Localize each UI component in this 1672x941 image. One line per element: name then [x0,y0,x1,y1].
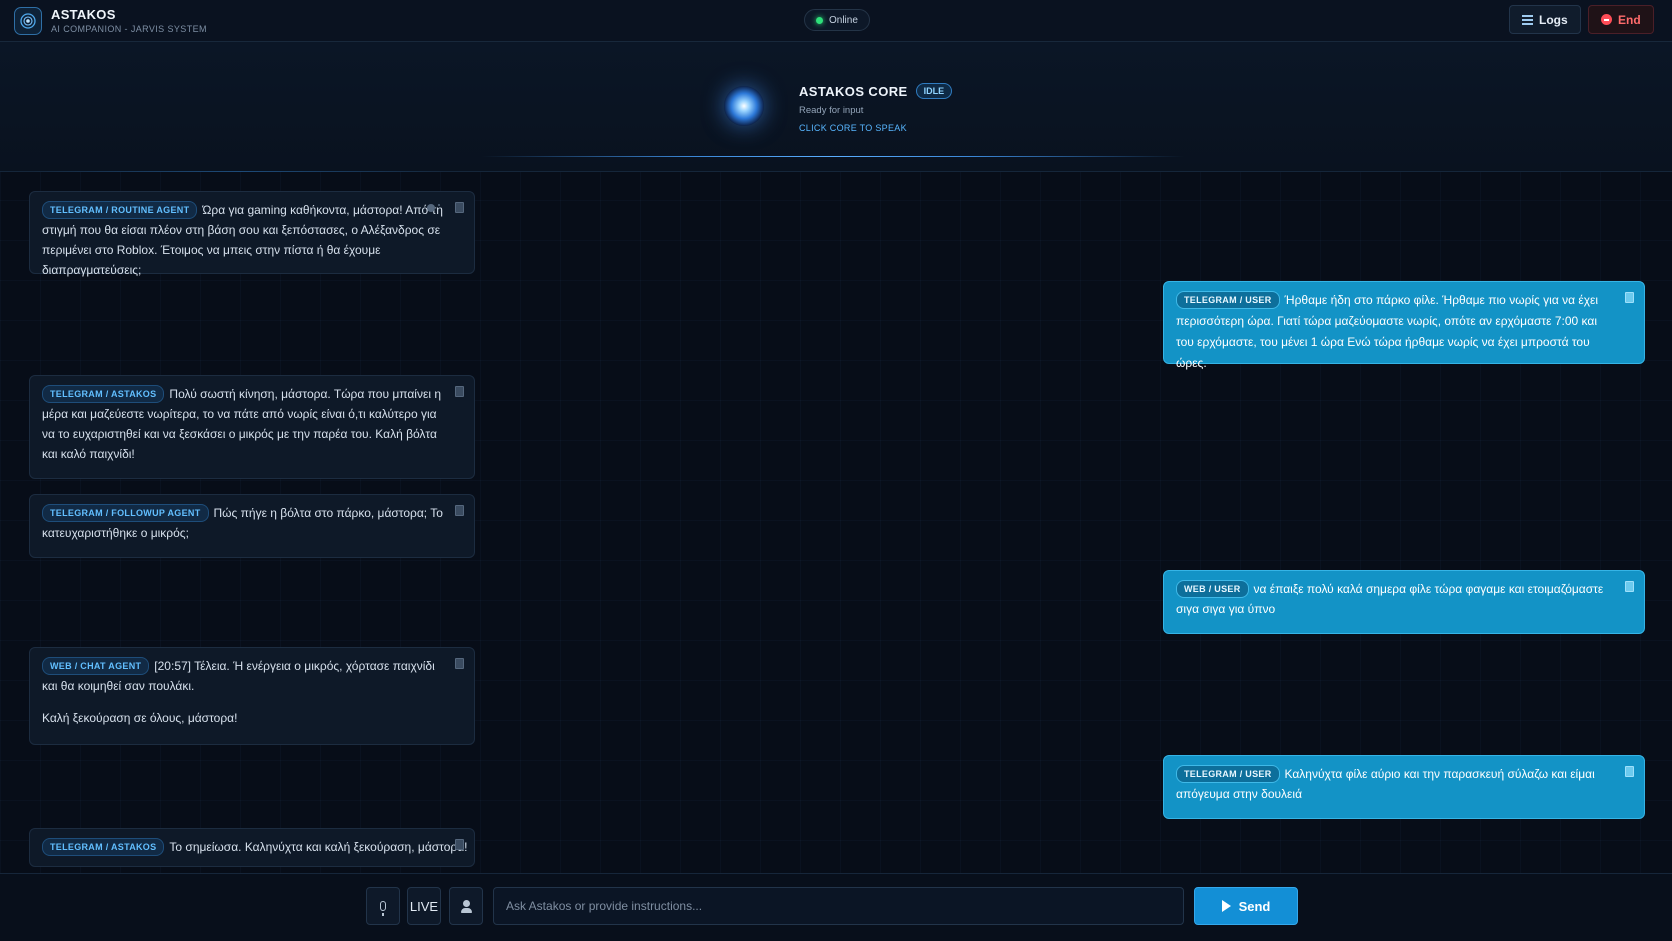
click-core-to-speak-link[interactable]: CLICK CORE TO SPEAK [799,123,952,133]
message-agent: TELEGRAM / ASTAKOS Πολύ σωστή κίνηση, μάσ… [29,375,475,479]
message-user: TELEGRAM / USER Καληνύχτα φίλε αύριο και … [1163,755,1645,819]
brand: ASTAKOS AI COMPANION - JARVIS SYSTEM [14,6,207,35]
copy-icon[interactable] [1625,766,1634,777]
person-icon [460,899,472,913]
live-label: LIVE [409,898,439,914]
logs-button[interactable]: Logs [1509,5,1581,34]
message-user: WEB / USER να έπαιξε πολύ καλά σημερα φίλ… [1163,570,1645,634]
astakos-logo-icon [14,6,42,35]
message-source-tag: TELEGRAM / USER [1176,765,1280,783]
message-source-tag: WEB / CHAT AGENT [42,657,150,675]
core-status-text: Ready for input [799,105,864,116]
online-dot-icon [816,16,823,24]
voice-mode-button[interactable] [449,887,483,925]
copy-icon[interactable] [455,658,464,669]
core-state-badge: IDLE [915,83,953,99]
message-agent: TELEGRAM / FOLLOWUP AGENT Πώς πήγε η βόλτ… [29,494,475,558]
copy-icon[interactable] [1625,581,1634,592]
message-user: TELEGRAM / USER Ήρθαμε ήδη στο πάρκο φίλε… [1163,281,1645,370]
core-divider [482,156,1184,157]
live-button[interactable]: LIVE [407,887,441,925]
message-source-tag: TELEGRAM / USER [1176,291,1280,309]
message-text-paragraph: Καλή ξεκούραση σε όλους, μάστορα! [42,711,238,725]
list-icon [1522,14,1533,25]
core-divider-left [32,171,447,172]
logs-label: Logs [1539,12,1568,27]
app-title: ASTAKOS [51,7,116,22]
copy-icon[interactable] [455,505,464,516]
status-text: Online [829,14,858,26]
core-panel: ASTAKOS CORE IDLE Ready for input CLICK … [0,42,1672,172]
message-source-tag: TELEGRAM / ROUTINE AGENT [42,201,198,219]
stop-icon [1601,14,1612,25]
message-source-tag: WEB / USER [1176,580,1249,598]
send-button[interactable]: Send [1194,887,1298,925]
send-icon [1221,900,1231,912]
copy-icon[interactable] [1625,292,1634,303]
speak-icon[interactable] [427,204,441,212]
message-agent: TELEGRAM / ASTAKOS Το σημείωσα. Καληνύχτα… [29,828,475,867]
core-info: ASTAKOS CORE IDLE Ready for input CLICK … [799,83,953,133]
copy-icon[interactable] [455,839,464,850]
message-agent: WEB / CHAT AGENT [20:57] Τέλεια. Ή ενέργε… [29,647,475,745]
composer-bar: LIVE Send [0,873,1672,941]
microphone-icon [380,901,386,916]
message-source-tag: TELEGRAM / ASTAKOS [42,385,165,403]
end-label: End [1618,12,1641,27]
status-badge: Online [804,9,870,31]
copy-icon[interactable] [455,386,464,397]
message-text: Το σημείωσα. Καληνύχτα και καλή ξεκούρασ… [169,840,468,854]
copy-icon[interactable] [455,202,464,213]
message-agent: TELEGRAM / ROUTINE AGENT Ώρα για gaming κ… [29,191,475,277]
core-orb-icon[interactable] [724,86,764,126]
message-source-tag: TELEGRAM / ASTAKOS [42,838,165,856]
end-button[interactable]: End [1588,5,1654,34]
send-label: Send [1238,898,1271,914]
app-subtitle: AI COMPANION - JARVIS SYSTEM [51,24,207,34]
top-bar: ASTAKOS AI COMPANION - JARVIS SYSTEM Onl… [0,0,1672,42]
message-source-tag: TELEGRAM / FOLLOWUP AGENT [42,504,209,522]
mic-button[interactable] [366,887,400,925]
chat-input[interactable] [493,887,1184,925]
core-title: ASTAKOS CORE [799,83,908,99]
